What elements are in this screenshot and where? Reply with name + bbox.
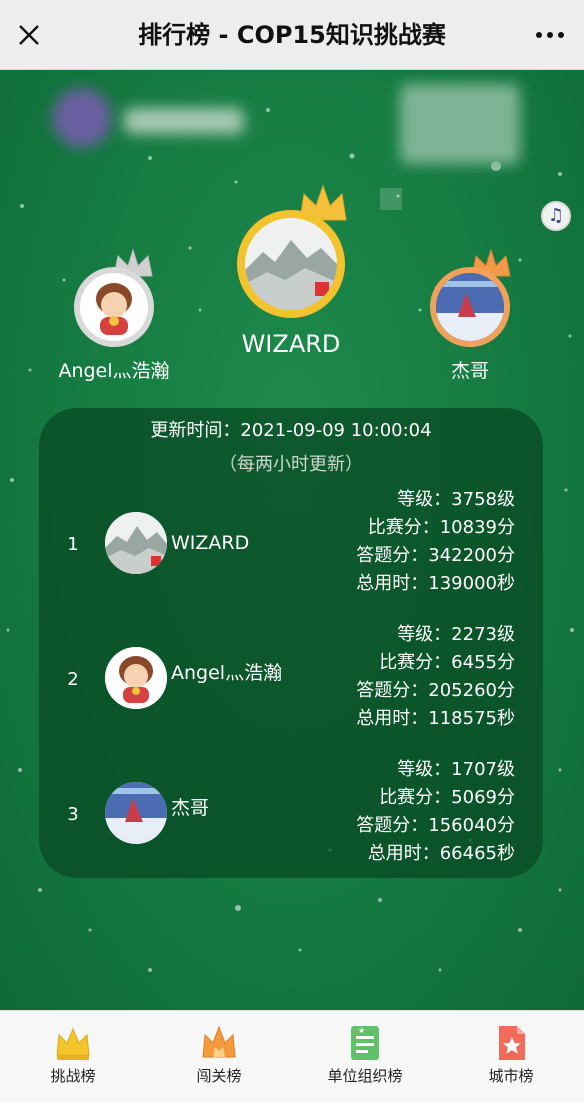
leaderboard-area: ♫ Angel灬浩瀚 WIZARD 杰哥 更新时间：2021-09-09 10:…	[0, 70, 584, 1010]
bottom-tab-bar: 挑战榜 闯关榜 ★ 单位组织榜 城市榜	[0, 1010, 584, 1102]
level-stat: 等级：2273级	[397, 624, 515, 645]
close-icon[interactable]	[14, 20, 44, 50]
my-stats-blurred	[400, 84, 520, 164]
ranking-panel: 更新时间：2021-09-09 10:00:04 （每两小时更新） 1 WIZA…	[39, 408, 543, 878]
orange-crown-icon	[202, 1025, 236, 1058]
more-icon[interactable]	[534, 26, 566, 44]
rank-number: 2	[67, 669, 79, 690]
rank-number: 3	[67, 804, 79, 825]
total-time-stat: 总用时：139000秒	[356, 573, 515, 594]
update-time: 更新时间：2021-09-09 10:00:04	[150, 420, 432, 441]
third-avatar-ring	[430, 267, 510, 347]
top-navigation-bar: 排行榜 - COP15知识挑战赛	[0, 0, 584, 70]
answer-score-stat: 答题分：205260分	[356, 680, 515, 701]
my-rank-row	[0, 70, 584, 180]
total-time-stat: 总用时：118575秒	[356, 708, 515, 729]
ranking-row[interactable]: 2 Angel灬浩瀚 等级：2273级 比赛分：6455分 答题分：205260…	[39, 621, 543, 741]
organization-icon: ★	[351, 1026, 379, 1060]
my-name-blurred	[124, 108, 244, 134]
tab-challenge[interactable]: 挑战榜	[0, 1011, 146, 1102]
row-player-name: 杰哥	[171, 797, 210, 819]
row-stats: 等级：1707级 比赛分：5069分 答题分：156040分 总用时：66465…	[356, 756, 515, 868]
tab-label: 单位组织榜	[327, 1067, 403, 1085]
answer-score-stat: 答题分：342200分	[356, 545, 515, 566]
match-score-stat: 比赛分：5069分	[379, 787, 515, 808]
tab-label: 城市榜	[488, 1067, 534, 1085]
level-stat: 等级：1707级	[397, 759, 515, 780]
page-title: 排行榜 - COP15知识挑战赛	[138, 21, 446, 49]
row-stats: 等级：3758级 比赛分：10839分 答题分：342200分 总用时：1390…	[356, 486, 515, 598]
total-time-stat: 总用时：66465秒	[367, 843, 515, 864]
svg-text:★: ★	[358, 1026, 365, 1035]
tab-organization[interactable]: ★ 单位组织榜	[292, 1011, 438, 1102]
match-score-stat: 比赛分：10839分	[367, 517, 515, 538]
tab-city[interactable]: 城市榜	[438, 1011, 584, 1102]
my-avatar	[52, 88, 112, 148]
second-avatar	[80, 273, 148, 341]
tab-level[interactable]: 闯关榜	[146, 1011, 292, 1102]
second-place-name: Angel灬浩瀚	[58, 360, 170, 382]
row-player-name: WIZARD	[171, 532, 250, 554]
tab-label: 挑战榜	[50, 1067, 96, 1085]
first-avatar	[245, 218, 337, 310]
third-avatar	[436, 273, 504, 341]
row-avatar	[105, 512, 167, 574]
music-icon[interactable]: ♫	[541, 201, 571, 231]
first-avatar-ring	[237, 210, 345, 318]
ranking-row[interactable]: 1 WIZARD 等级：3758级 比赛分：10839分 答题分：342200分…	[39, 486, 543, 606]
answer-score-stat: 答题分：156040分	[356, 815, 515, 836]
row-player-name: Angel灬浩瀚	[171, 662, 283, 684]
row-avatar	[105, 782, 167, 844]
second-avatar-ring	[74, 267, 154, 347]
match-score-stat: 比赛分：6455分	[379, 652, 515, 673]
update-note: （每两小时更新）	[219, 454, 363, 475]
first-place-name: WIZARD	[241, 330, 341, 358]
row-stats: 等级：2273级 比赛分：6455分 答题分：205260分 总用时：11857…	[356, 621, 515, 733]
city-icon	[499, 1026, 525, 1060]
third-place-name: 杰哥	[450, 360, 489, 382]
rank-number: 1	[67, 534, 79, 555]
crown-icon	[56, 1027, 90, 1060]
row-avatar	[105, 647, 167, 709]
ranking-row[interactable]: 3 杰哥 等级：1707级 比赛分：5069分 答题分：156040分 总用时：…	[39, 756, 543, 876]
tab-label: 闯关榜	[196, 1067, 242, 1085]
level-stat: 等级：3758级	[397, 489, 515, 510]
